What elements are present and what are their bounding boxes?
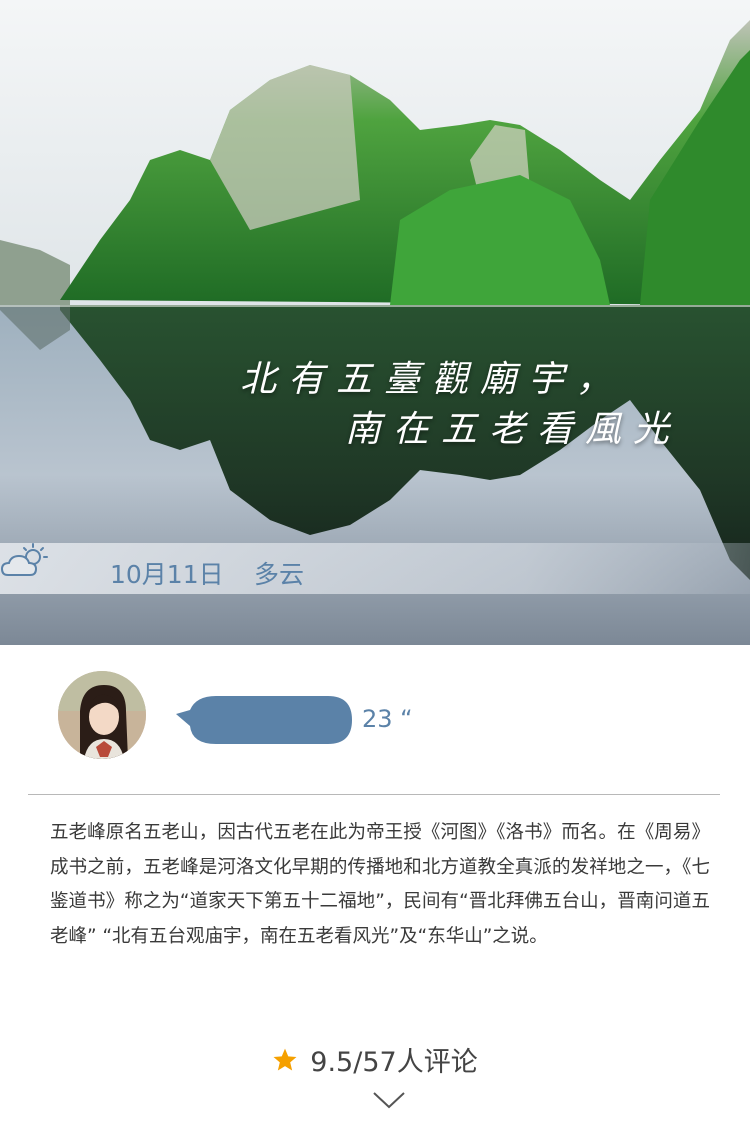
poem-line-2: 南在五老看風光 <box>345 409 682 450</box>
weather-condition: 多云 <box>254 560 305 589</box>
chevron-down-icon[interactable] <box>372 1090 406 1110</box>
weather-bar: 10月11日 多云 <box>0 543 750 594</box>
avatar-image <box>58 671 146 759</box>
rating[interactable]: 9.5/57人评论 <box>0 1040 750 1080</box>
divider <box>28 794 720 795</box>
poem-line-1: 北有五臺觀廟宇， <box>240 359 625 400</box>
voice-message-bubble[interactable] <box>176 696 352 744</box>
star-icon <box>273 1048 297 1071</box>
voice-duration: 23 “ <box>362 705 413 733</box>
weather-date: 10月11日 <box>110 560 224 589</box>
description-text: 五老峰原名五老山，因古代五老在此为帝王授《河图》《洛书》而名。在《周易》成书之前… <box>50 822 710 947</box>
avatar[interactable] <box>58 671 146 759</box>
rating-text: 9.5/57人评论 <box>310 1047 478 1078</box>
hero-banner: 北有五臺觀廟宇， 南在五老看風光 10月11日 多云 <box>0 0 750 645</box>
partly-cloudy-icon <box>0 543 48 576</box>
